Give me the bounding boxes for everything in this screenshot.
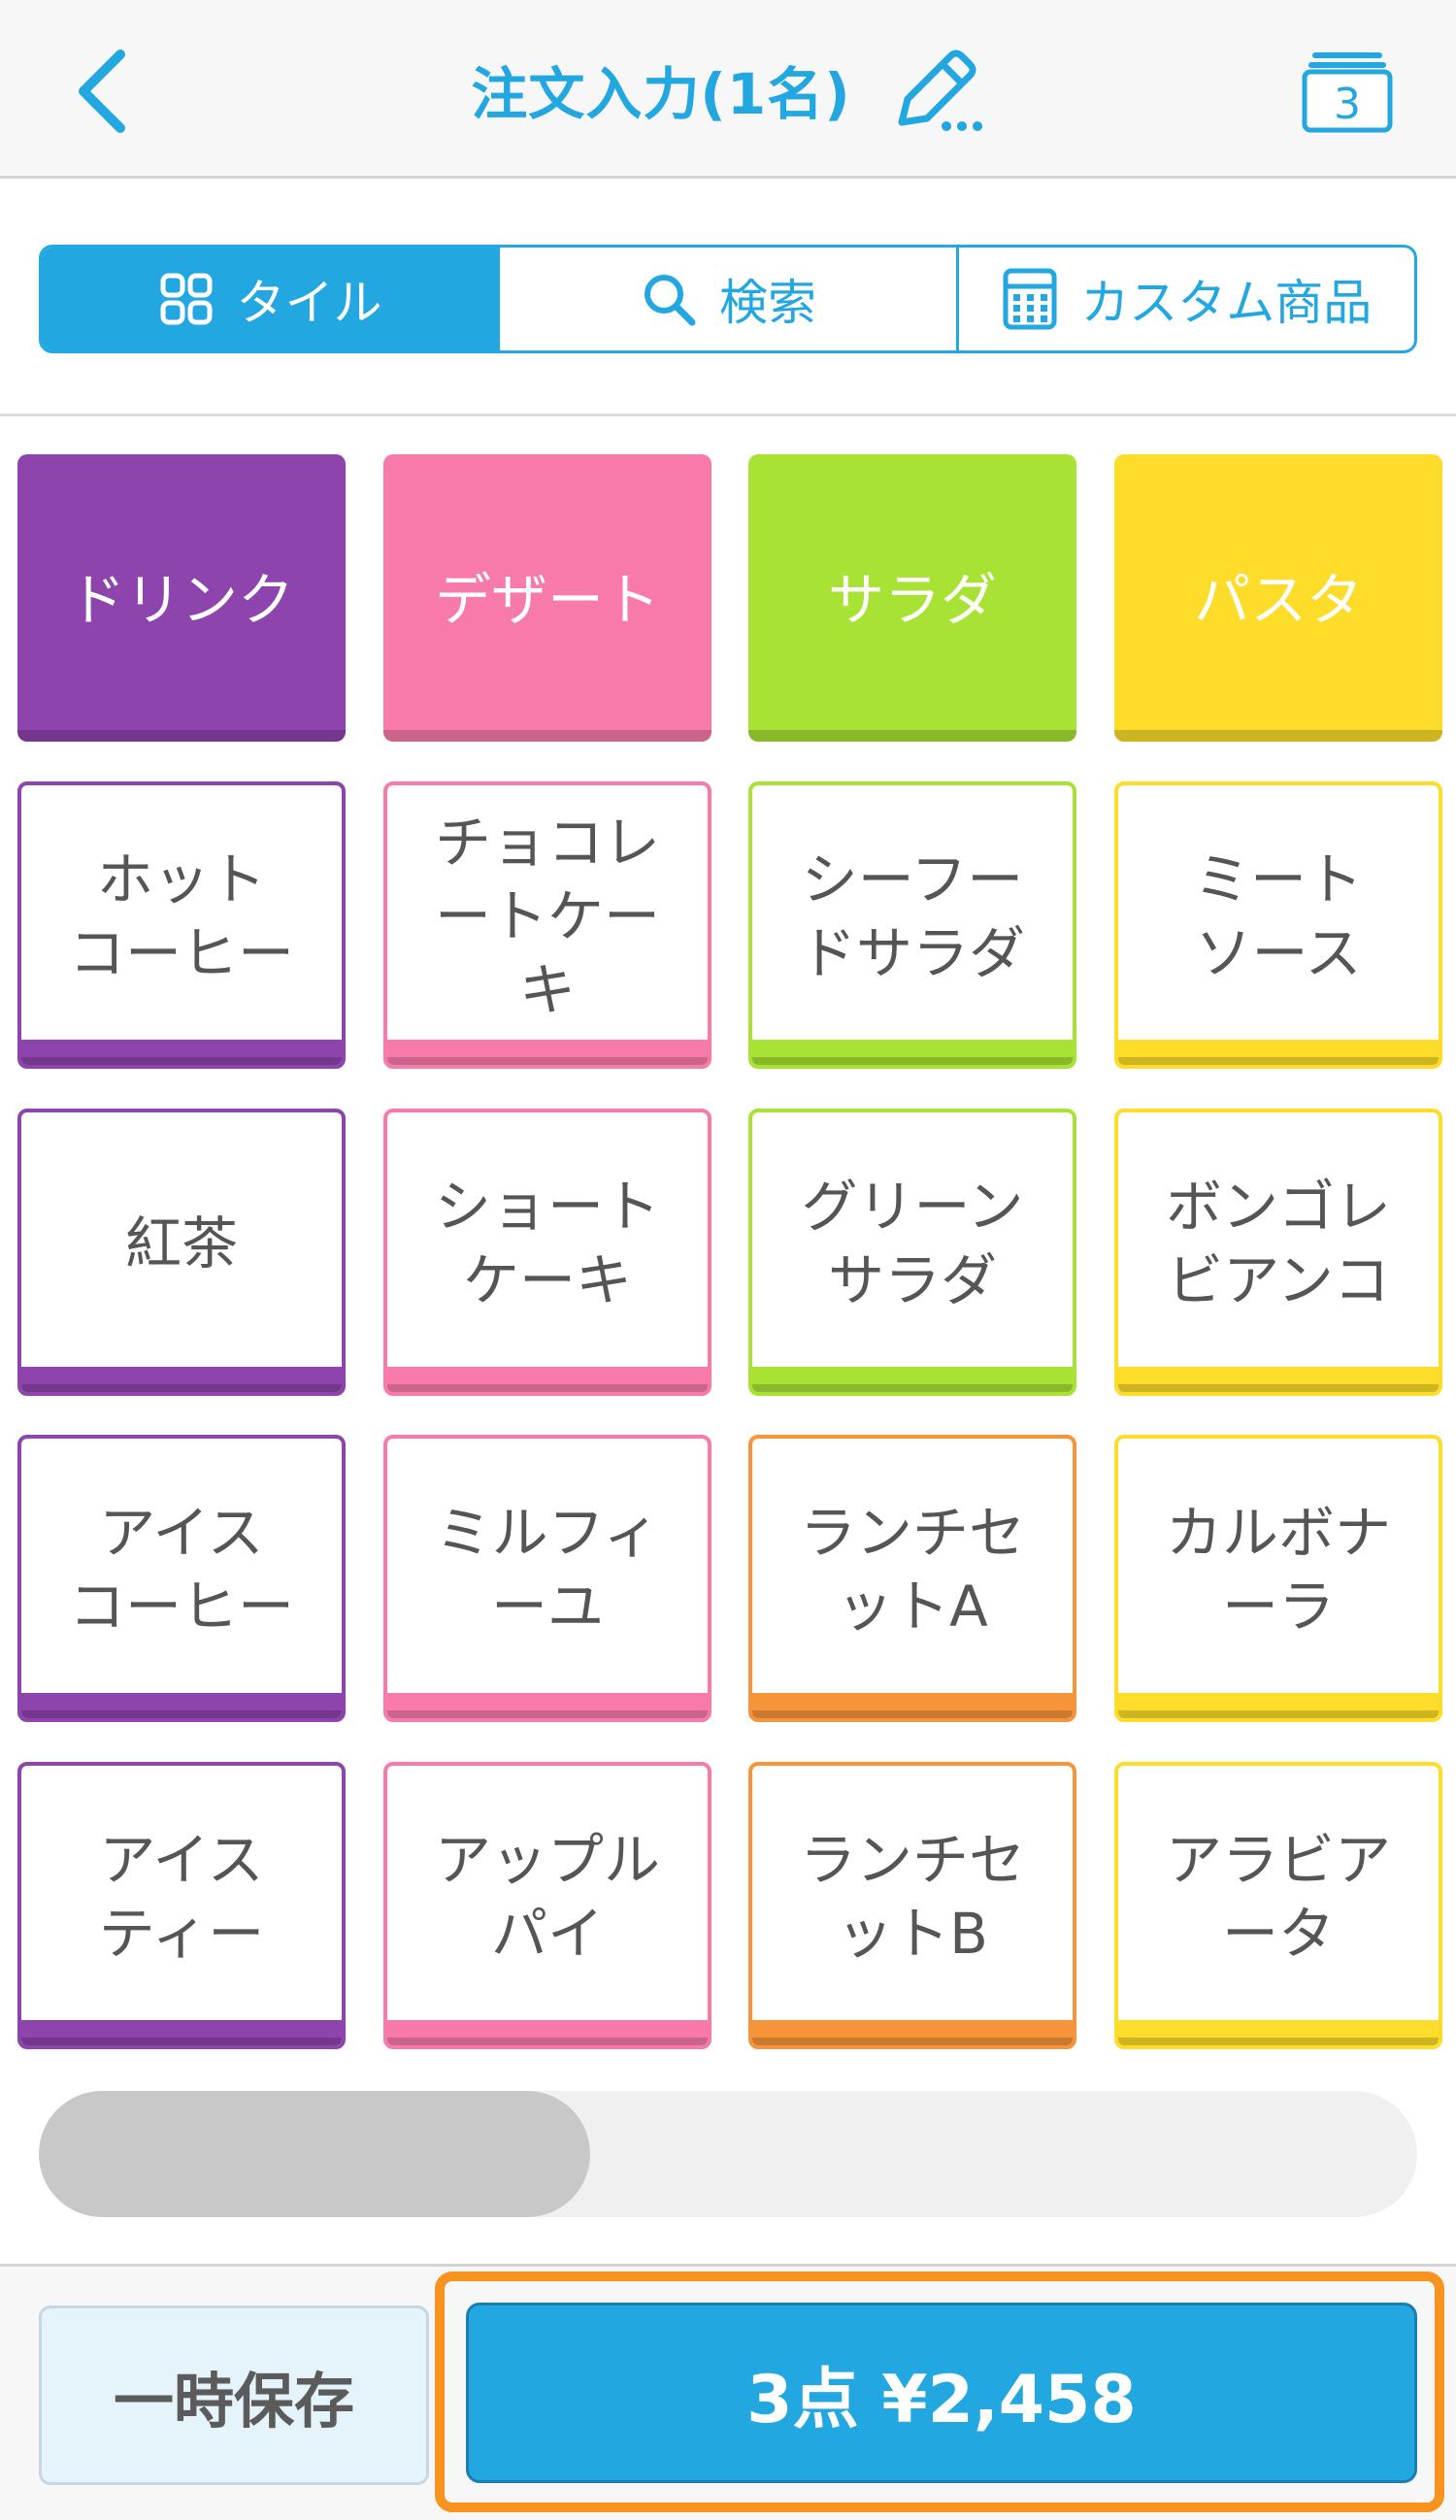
pencil-icon (898, 50, 982, 131)
checkout-total-button[interactable]: 3点 ¥2,458 (466, 2303, 1417, 2483)
category-color-bar (21, 1040, 342, 1065)
product-tile-label: グリーン サラダ (801, 1174, 1024, 1313)
tile-shadow (383, 730, 711, 742)
page-title: 注文入力(1名) (471, 61, 851, 127)
category-color-bar (1118, 2020, 1439, 2045)
tab-custom-product[interactable]: カスタム商品 (959, 248, 1414, 350)
product-tile[interactable]: ボンゴレ ビアンコ (1114, 1109, 1442, 1396)
category-tile-label: サラダ (827, 567, 997, 633)
nav-header: 注文入力(1名) 3 (0, 0, 1456, 179)
category-color-bar (21, 1693, 342, 1718)
back-button[interactable] (60, 43, 148, 140)
category-tile-pasta[interactable]: パスタ (1114, 454, 1442, 742)
product-tile[interactable]: チョコレ ートケー キ (383, 781, 711, 1069)
stack-badge-icon: 3 (1302, 52, 1393, 133)
product-tile[interactable]: ミルフィ ーユ (383, 1435, 711, 1722)
category-color-bar (752, 1693, 1073, 1718)
tile-shadow (17, 730, 346, 742)
product-tile[interactable]: 紅茶 (17, 1109, 346, 1396)
product-tile[interactable]: ショート ケーキ (383, 1109, 711, 1396)
horizontal-scrollbar[interactable] (39, 2091, 1417, 2217)
tab-tile[interactable]: タイル (42, 248, 501, 350)
category-color-bar (1118, 1367, 1439, 1392)
product-tile[interactable]: アップル パイ (383, 1762, 711, 2049)
product-tile-label: ランチセ ットB (799, 1827, 1025, 1967)
grid-icon (160, 273, 213, 325)
product-tile-label: アイス コーヒー (68, 1500, 294, 1640)
product-tile-label: アイス ティー (98, 1827, 265, 1967)
product-tile-label: アップル パイ (434, 1827, 660, 1967)
tile-shadow (1114, 730, 1442, 742)
product-tile-label: ミート ソース (1193, 846, 1363, 986)
tab-custom-product-label: カスタム商品 (1080, 275, 1373, 331)
product-tile-label: ミルフィ ーユ (435, 1500, 660, 1640)
order-list-button[interactable]: 3 (1299, 43, 1396, 140)
category-color-bar (21, 2020, 342, 2045)
category-tile-drink[interactable]: ドリンク (17, 454, 346, 742)
category-tile-dessert[interactable]: デザート (383, 454, 711, 742)
category-color-bar (387, 1693, 708, 1718)
edit-button[interactable] (888, 41, 985, 138)
category-color-bar (1118, 1693, 1439, 1718)
tile-shadow (748, 730, 1076, 742)
search-icon (644, 275, 696, 326)
calculator-icon (1003, 268, 1057, 330)
view-mode-segmented-control: タイル 検索 カスタム商品 (39, 245, 1417, 353)
product-tile-label: 紅茶 (124, 1210, 238, 1277)
tab-search[interactable]: 検索 (500, 248, 959, 350)
order-entry-screen: 注文入力(1名) 3 タイル 検索 カスタム商品 ドリンク デザート サラダ パ… (0, 0, 1456, 2520)
category-color-bar (21, 1367, 342, 1392)
category-color-bar (387, 2020, 708, 2045)
category-tile-label: ドリンク (68, 567, 294, 633)
hold-order-button[interactable]: 一時保存 (39, 2305, 429, 2485)
product-tile[interactable]: ミート ソース (1114, 781, 1442, 1069)
category-color-bar (1118, 1040, 1439, 1065)
product-tile[interactable]: カルボナ ーラ (1114, 1435, 1442, 1722)
category-tile-label: デザート (434, 567, 660, 633)
product-tile[interactable]: シーフー ドサラダ (748, 781, 1076, 1069)
tab-tile-label: タイル (236, 275, 382, 331)
product-tile[interactable]: アラビア ータ (1114, 1762, 1442, 2049)
scrollbar-thumb[interactable] (39, 2091, 590, 2217)
product-tile[interactable]: アイス コーヒー (17, 1435, 346, 1722)
product-tile[interactable]: アイス ティー (17, 1762, 346, 2049)
product-tile-label: ランチセ ットA (799, 1500, 1025, 1640)
product-tile[interactable]: グリーン サラダ (748, 1109, 1076, 1396)
category-tile-label: パスタ (1193, 567, 1363, 633)
product-tile-label: ホット コーヒー (68, 846, 294, 986)
product-tile-label: シーフー ドサラダ (799, 846, 1025, 986)
product-tile[interactable]: ランチセ ットA (748, 1435, 1076, 1722)
category-tile-salad[interactable]: サラダ (748, 454, 1076, 742)
title-row: 注文入力(1名) (0, 0, 1456, 179)
product-tile-label: カルボナ ーラ (1165, 1500, 1391, 1640)
category-color-bar (387, 1367, 708, 1392)
category-color-bar (752, 1367, 1073, 1392)
badge-count: 3 (1334, 80, 1361, 129)
chevron-left-icon (79, 50, 125, 133)
product-tile[interactable]: ホット コーヒー (17, 781, 346, 1069)
tab-search-label: 検索 (718, 275, 816, 331)
category-color-bar (752, 2020, 1073, 2045)
category-color-bar (752, 1040, 1073, 1065)
divider (0, 414, 1456, 416)
product-tile-label: チョコレ ートケー キ (434, 810, 660, 1023)
product-tile-label: ショート ケーキ (434, 1174, 660, 1313)
product-tile[interactable]: ランチセ ットB (748, 1762, 1076, 2049)
product-tile-label: ボンゴレ ビアンコ (1165, 1174, 1391, 1313)
product-tile-label: アラビア ータ (1165, 1827, 1391, 1967)
